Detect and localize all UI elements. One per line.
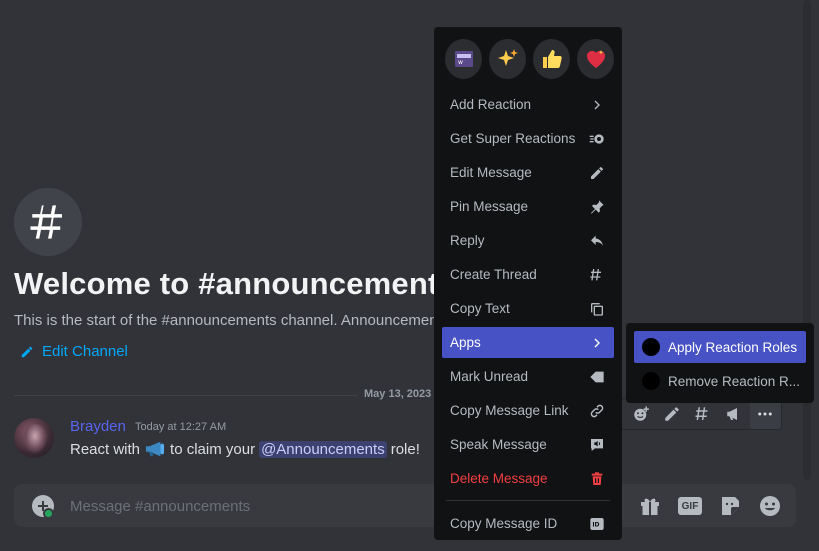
menu-item-label: Apps <box>450 335 481 350</box>
thread-icon <box>588 266 606 284</box>
menu-item-label: Delete Message <box>450 471 548 486</box>
pencil-icon <box>21 346 33 357</box>
moon-icon <box>642 338 660 356</box>
status-dot <box>43 508 54 519</box>
mark-unread-icon <box>588 368 606 386</box>
submenu-item-label: Apply Reaction Roles <box>668 339 798 355</box>
pin-icon <box>588 198 606 216</box>
apps-submenu: Apply Reaction Roles Remove Reaction R..… <box>626 323 814 403</box>
menu-item-label: Edit Message <box>450 165 532 180</box>
moon-icon <box>642 372 660 390</box>
more-button[interactable] <box>749 399 782 429</box>
svg-text:ID: ID <box>592 521 599 528</box>
copy-icon <box>588 300 606 318</box>
welcome-description: This is the start of the #announcements … <box>14 312 438 329</box>
more-icon <box>758 412 773 416</box>
menu-create-thread[interactable]: Create Thread <box>442 259 614 290</box>
quick-reaction-thumbs-up[interactable] <box>533 39 570 79</box>
sticker-icon <box>722 497 739 515</box>
gift-button[interactable] <box>636 493 664 519</box>
menu-pin-message[interactable]: Pin Message <box>442 191 614 222</box>
welcome-title: Welcome to #announcements <box>14 266 456 301</box>
message-content: React with to claim your @Announcements … <box>70 440 420 458</box>
quick-reaction-heart[interactable] <box>577 39 614 79</box>
quick-reaction-sparkles[interactable] <box>489 39 526 79</box>
menu-delete-message[interactable]: Delete Message <box>442 463 614 494</box>
menu-separator <box>446 500 610 501</box>
menu-item-label: Add Reaction <box>450 97 532 112</box>
chevron-right-icon <box>588 334 606 352</box>
gif-icon: GIF <box>678 497 702 515</box>
channel-welcome: Welcome to #announcements This is the st… <box>14 188 456 360</box>
gif-button[interactable]: GIF <box>676 493 704 519</box>
menu-add-reaction[interactable]: Add Reaction <box>442 89 614 120</box>
megaphone-icon <box>727 408 738 420</box>
sticker-button[interactable] <box>716 493 744 519</box>
megaphone-icon <box>144 440 166 458</box>
trash-icon <box>588 470 606 488</box>
submenu-item-label: Remove Reaction R... <box>668 373 801 389</box>
heart-icon <box>586 50 605 68</box>
role-mention[interactable]: @Announcements <box>259 440 387 458</box>
scrollbar[interactable] <box>803 0 811 480</box>
message-timestamp: Today at 12:27 AM <box>135 421 227 433</box>
channel-hash-icon <box>14 188 82 256</box>
submenu-remove-reaction-roles[interactable]: Remove Reaction R... <box>634 365 806 397</box>
message-text-middle: to claim your <box>170 440 256 458</box>
avatar[interactable] <box>14 418 54 458</box>
message-composer: GIF <box>14 484 796 527</box>
id-icon: ID <box>588 515 606 533</box>
menu-item-label: Reply <box>450 233 485 248</box>
menu-item-label: Get Super Reactions <box>450 131 576 146</box>
emoji-icon <box>760 496 780 516</box>
emoji-button[interactable] <box>756 493 784 519</box>
menu-edit-message[interactable]: Edit Message <box>442 157 614 188</box>
message-text-before: React with <box>70 440 141 458</box>
quick-reaction-custom[interactable]: w <box>445 39 482 79</box>
thumbs-up-icon <box>542 50 562 68</box>
menu-speak-message[interactable]: Speak Message <box>442 429 614 460</box>
menu-item-label: Copy Message ID <box>450 516 558 531</box>
svg-text:w: w <box>458 59 463 66</box>
announce-button[interactable] <box>719 399 750 429</box>
menu-mark-unread[interactable]: Mark Unread <box>442 361 614 392</box>
add-reaction-button[interactable] <box>625 399 656 429</box>
reply-icon <box>588 232 606 250</box>
menu-reply[interactable]: Reply <box>442 225 614 256</box>
menu-item-label: Copy Message Link <box>450 403 569 418</box>
edit-button[interactable] <box>656 399 687 429</box>
create-thread-button[interactable] <box>687 399 718 429</box>
custom-emoji-icon: w <box>454 51 473 67</box>
menu-copy-text[interactable]: Copy Text <box>442 293 614 324</box>
chevron-right-icon <box>588 96 606 114</box>
menu-item-label: Pin Message <box>450 199 529 214</box>
message-text-after: role! <box>390 440 420 458</box>
menu-item-label: Speak Message <box>450 437 547 452</box>
message-author[interactable]: Brayden <box>70 418 126 435</box>
speak-icon <box>588 436 606 454</box>
add-reaction-icon <box>633 406 649 421</box>
composer-actions: GIF <box>636 493 784 519</box>
menu-copy-message-id[interactable]: Copy Message ID ID <box>442 508 614 539</box>
pencil-icon <box>588 164 606 182</box>
submenu-apply-reaction-roles[interactable]: Apply Reaction Roles <box>634 331 806 363</box>
menu-item-label: Mark Unread <box>450 369 529 384</box>
menu-item-label: Copy Text <box>450 301 510 316</box>
thread-icon <box>695 407 708 420</box>
menu-apps[interactable]: Apps <box>442 327 614 358</box>
date-divider-label: May 13, 2023 <box>358 388 438 400</box>
menu-copy-message-link[interactable]: Copy Message Link <box>442 395 614 426</box>
gift-icon <box>641 498 659 515</box>
link-icon <box>588 402 606 420</box>
sparkles-icon <box>497 49 518 66</box>
quick-reactions: w <box>445 39 614 79</box>
edit-channel-label: Edit Channel <box>42 343 128 360</box>
super-reaction-icon <box>588 130 606 148</box>
message-context-menu: w Add Reaction Get Super Reactions Edit … <box>434 27 622 540</box>
pencil-icon <box>665 407 679 421</box>
menu-get-super-reactions[interactable]: Get Super Reactions <box>442 123 614 154</box>
message-input[interactable] <box>70 496 450 516</box>
menu-item-label: Create Thread <box>450 267 537 282</box>
edit-channel-link[interactable]: Edit Channel <box>20 343 454 360</box>
